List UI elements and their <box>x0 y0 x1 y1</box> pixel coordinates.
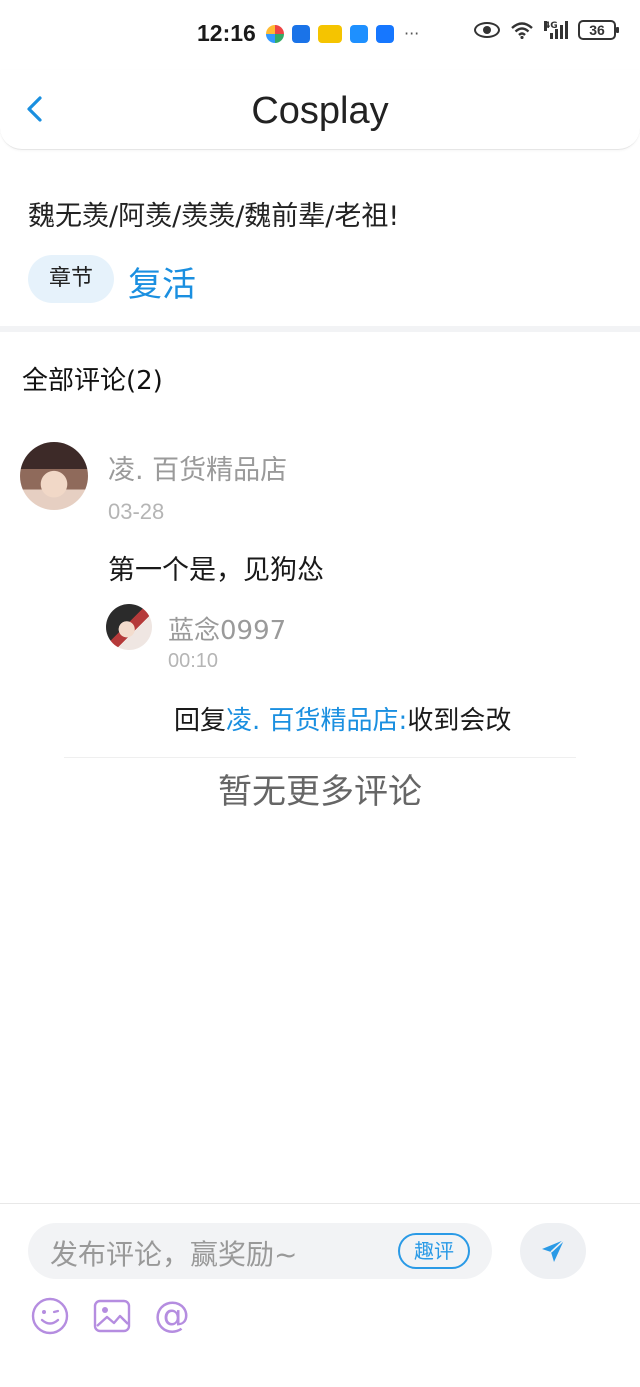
cell-signal-icon: 4G <box>544 21 568 39</box>
at-icon[interactable]: @ <box>152 1296 192 1336</box>
reply-avatar[interactable] <box>106 604 152 650</box>
reply-mention[interactable]: 凌. 百货精品店: <box>226 706 407 736</box>
image-icon[interactable] <box>92 1296 132 1336</box>
comment-date: 03-28 <box>108 499 165 524</box>
comment-input-placeholder[interactable]: 发布评论，赢奖励~ <box>50 1233 297 1273</box>
nav-header: Cosplay <box>0 70 640 150</box>
comment-username[interactable]: 凌. 百货精品店 <box>108 448 287 487</box>
send-button[interactable] <box>520 1223 586 1279</box>
more-notifications-icon: ··· <box>404 24 420 43</box>
status-bar: 12:16 ··· 4G 36 <box>0 0 640 70</box>
send-icon <box>542 1239 565 1262</box>
app-notification-icon <box>318 24 342 43</box>
comment-divider <box>64 757 576 758</box>
app-notification-icon <box>266 24 284 43</box>
chapter-link[interactable]: 复活 <box>128 257 196 306</box>
app-notification-icon <box>292 24 310 43</box>
network-type: 4G <box>544 21 558 31</box>
page-title: Cosplay <box>251 90 389 132</box>
comment-text[interactable]: 第一个是，见狗怂 <box>108 548 324 587</box>
message-notification-icon <box>350 24 368 43</box>
comments-heading: 全部评论(2) <box>22 366 163 396</box>
notification-icons: ··· <box>266 24 419 43</box>
reply-time: 00:10 <box>168 650 219 672</box>
reply-prefix: 回复 <box>174 706 227 736</box>
status-time: 12:16 <box>197 20 256 46</box>
chapter-tag: 章节 <box>28 255 114 303</box>
wifi-icon <box>511 22 533 39</box>
emoji-icon[interactable] <box>30 1296 70 1336</box>
alipay-notification-icon <box>376 24 394 43</box>
no-more-comments: 暂无更多评论 <box>218 772 422 812</box>
post-text: 魏无羡/阿羡/羡羡/魏前辈/老祖! <box>28 201 400 232</box>
fun-comment-button[interactable]: 趣评 <box>398 1233 470 1269</box>
avatar[interactable] <box>20 442 88 510</box>
reply-body: 收到会改 <box>407 706 512 736</box>
system-icons: 4G 36 <box>474 20 619 40</box>
battery-icon: 36 <box>578 20 619 40</box>
reply-username[interactable]: 蓝念0997 <box>168 610 286 647</box>
reply-text[interactable]: 回复凌. 百货精品店:收到会改 <box>174 700 511 737</box>
section-divider <box>0 326 640 332</box>
eye-icon <box>474 22 500 38</box>
